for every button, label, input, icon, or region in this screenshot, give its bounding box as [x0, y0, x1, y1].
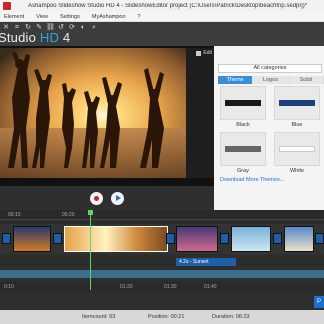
- transition-block[interactable]: [315, 233, 324, 244]
- record-button[interactable]: [90, 191, 103, 205]
- theme-label: Gray: [237, 168, 249, 174]
- audio-track[interactable]: [0, 270, 324, 278]
- record-icon: [94, 195, 99, 201]
- slide-track: [0, 224, 324, 254]
- ruler-tick: 00:20: [62, 212, 75, 218]
- status-position: Position: 00:21: [148, 314, 185, 320]
- theme-thumb: [220, 86, 266, 120]
- app-brand: Studio HD 4: [0, 30, 70, 45]
- title-bar: Ashampoo Slideshow Studio HD 4 - Slidesh…: [0, 0, 324, 12]
- menu-view[interactable]: View: [36, 14, 48, 20]
- brand-prefix: Studio: [0, 30, 40, 45]
- theme-bar: [279, 100, 315, 106]
- category-select[interactable]: All categories: [218, 64, 322, 73]
- download-themes-link[interactable]: Download More Themes...: [220, 177, 284, 183]
- menu-settings[interactable]: Settings: [60, 14, 80, 20]
- playhead-line: [90, 210, 91, 290]
- zoom-icon[interactable]: ⌕: [90, 24, 98, 32]
- menu-help[interactable]: ?: [138, 14, 141, 20]
- panel-tabs: Theme Logos Subti: [218, 76, 324, 84]
- timeline: 00:10 00:20 4.2s - Sunset 0:10 01:20 01:…: [0, 210, 324, 310]
- edit-button[interactable]: Edit: [196, 50, 212, 56]
- bottom-tick: 01:40: [204, 284, 217, 290]
- bottom-tick: 0:10: [4, 284, 14, 290]
- tab-logos[interactable]: Logos: [253, 76, 289, 84]
- app-icon: [3, 2, 11, 10]
- playback-bar: [0, 186, 214, 210]
- status-duration: Duration: 06:23: [212, 314, 250, 320]
- bottom-tick: 01:20: [120, 284, 133, 290]
- theme-tile-gray[interactable]: Gray: [220, 132, 266, 174]
- playhead-handle[interactable]: [88, 210, 93, 215]
- preview-side-panel: Edit: [186, 48, 214, 178]
- beach-photo: [0, 48, 186, 178]
- slide-clip[interactable]: [176, 226, 218, 252]
- bottom-tick: 01:30: [164, 284, 177, 290]
- window-title: Ashampoo Slideshow Studio HD 4 - Slidesh…: [27, 3, 308, 9]
- toolbar: ✕ ⌗ ↻ ✎ ⛓ ↺ ⟳ ◐ ⌕ Studio HD 4: [0, 22, 324, 46]
- transition-block[interactable]: [220, 233, 229, 244]
- theme-tile-white[interactable]: White: [274, 132, 320, 174]
- menu-bar: Element View Settings MyAshampoo ?: [0, 12, 324, 22]
- brand-hd: HD: [39, 30, 60, 45]
- slide-clip[interactable]: [284, 226, 314, 252]
- theme-thumb: [274, 132, 320, 166]
- slide-clip-selected[interactable]: [64, 226, 168, 252]
- produce-button[interactable]: P: [314, 296, 324, 308]
- status-bar: Itemcount: 63 Position: 00:21 Duration: …: [0, 310, 324, 324]
- color-icon[interactable]: ◐: [79, 24, 87, 32]
- transition-block[interactable]: [2, 233, 11, 244]
- theme-bar: [225, 100, 261, 106]
- menu-myashampoo[interactable]: MyAshampoo: [92, 14, 126, 20]
- theme-label: Blue: [291, 122, 303, 128]
- themes-panel: All categories Theme Logos Subti Black B…: [214, 46, 324, 210]
- theme-bar: [225, 146, 261, 152]
- preview-area: Edit: [0, 46, 214, 186]
- transition-block[interactable]: [166, 233, 175, 244]
- brand-suffix: 4: [59, 30, 71, 45]
- text-clip[interactable]: 4.2s - Sunset: [176, 258, 236, 266]
- slide-clip[interactable]: [231, 226, 271, 252]
- timeline-ruler: 00:10 00:20: [0, 210, 324, 220]
- theme-tile-black[interactable]: Black: [220, 86, 266, 128]
- menu-element[interactable]: Element: [4, 14, 24, 20]
- ruler-tick: 00:10: [8, 212, 21, 218]
- transition-block[interactable]: [273, 233, 282, 244]
- status-itemcount: Itemcount: 63: [82, 314, 116, 320]
- edit-icon: [196, 50, 202, 56]
- slide-clip[interactable]: [13, 226, 51, 252]
- play-button[interactable]: [111, 191, 124, 205]
- theme-thumb: [274, 86, 320, 120]
- text-track: 4.2s - Sunset: [0, 258, 324, 266]
- theme-tile-blue[interactable]: Blue: [274, 86, 320, 128]
- theme-bar: [279, 146, 315, 152]
- theme-label: White: [289, 168, 305, 174]
- play-icon: [115, 195, 121, 201]
- preview-image: [0, 48, 186, 178]
- timeline-bottom-ruler: 0:10 01:20 01:30 01:40: [0, 282, 324, 292]
- transition-block[interactable]: [53, 233, 62, 244]
- tab-subtitles[interactable]: Subti: [288, 76, 324, 84]
- edit-label: Edit: [203, 50, 212, 56]
- theme-label: Black: [236, 122, 250, 128]
- theme-thumb: [220, 132, 266, 166]
- tab-theme[interactable]: Theme: [218, 76, 254, 84]
- app-window: Ashampoo Slideshow Studio HD 4 - Slidesh…: [0, 0, 324, 324]
